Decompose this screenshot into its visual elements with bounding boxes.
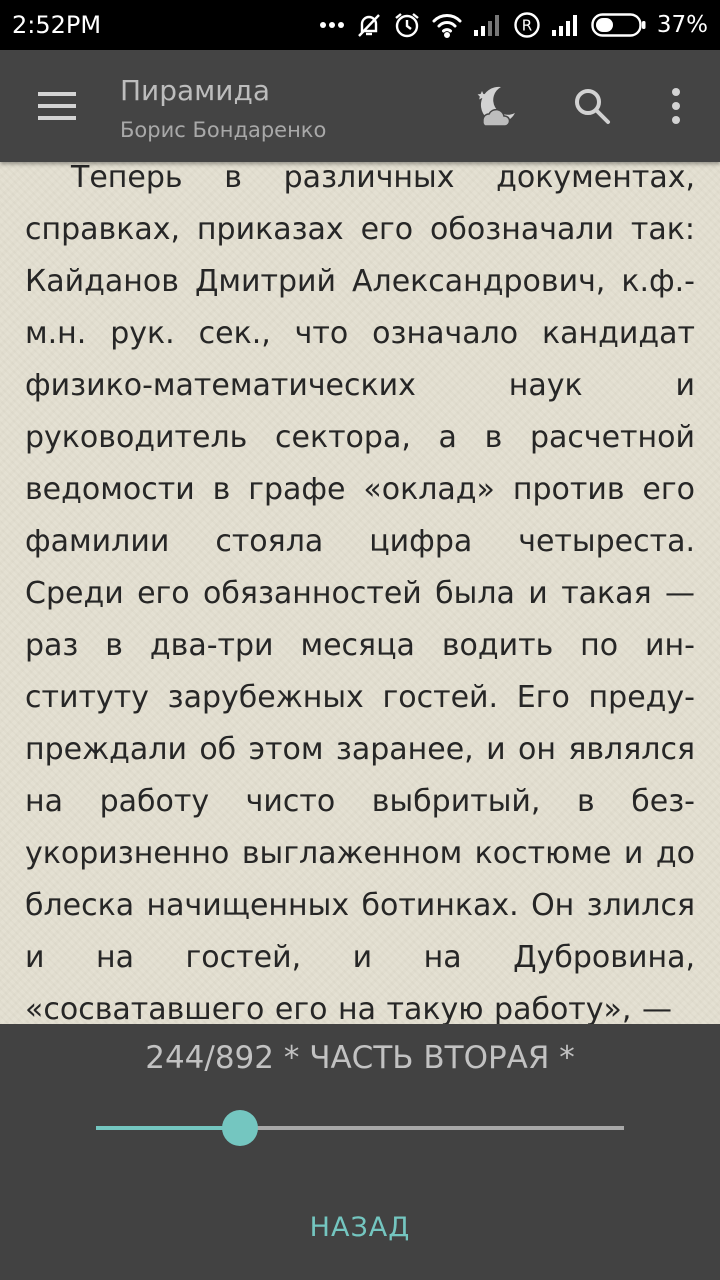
svg-text:R: R [522,17,532,35]
roaming-icon: R [514,12,540,38]
status-icons: R 37% [319,11,708,39]
more-options-button[interactable] [648,78,704,134]
battery-icon [591,13,646,37]
page-slider[interactable] [96,1110,624,1146]
app-bar: Пирамида Борис Бондаренко [0,50,720,162]
night-mode-icon [477,86,515,127]
night-mode-button[interactable] [468,78,524,134]
status-bar: 2:52PM R 37% [0,0,720,50]
wifi-icon [432,14,462,38]
book-title: Пирамида [120,74,271,107]
more-dots-icon [319,22,344,28]
alarm-icon [395,13,419,38]
back-button[interactable]: НАЗАД [260,1200,460,1256]
search-button[interactable] [564,78,620,134]
status-time: 2:52PM [12,11,102,39]
slider-fill [96,1126,240,1130]
menu-button[interactable] [24,78,88,134]
battery-percent: 37% [656,12,708,38]
book-author: Борис Бондаренко [120,118,327,142]
slider-thumb[interactable] [221,1110,258,1146]
signal-icon [473,15,499,36]
muted-bell-icon [358,14,380,37]
search-icon [575,89,610,124]
more-vert-icon [672,88,680,124]
signal-2-icon [551,15,577,36]
navigation-panel: 244/892 * ЧАСТЬ ВТОРАЯ * НАЗАД [0,1024,720,1280]
reader-page[interactable]: Теперь в различных документах, справках,… [0,162,720,1024]
book-text: Теперь в различных документах, справках,… [25,162,695,1024]
page-progress-label: 244/892 * ЧАСТЬ ВТОРАЯ * [145,1040,575,1076]
